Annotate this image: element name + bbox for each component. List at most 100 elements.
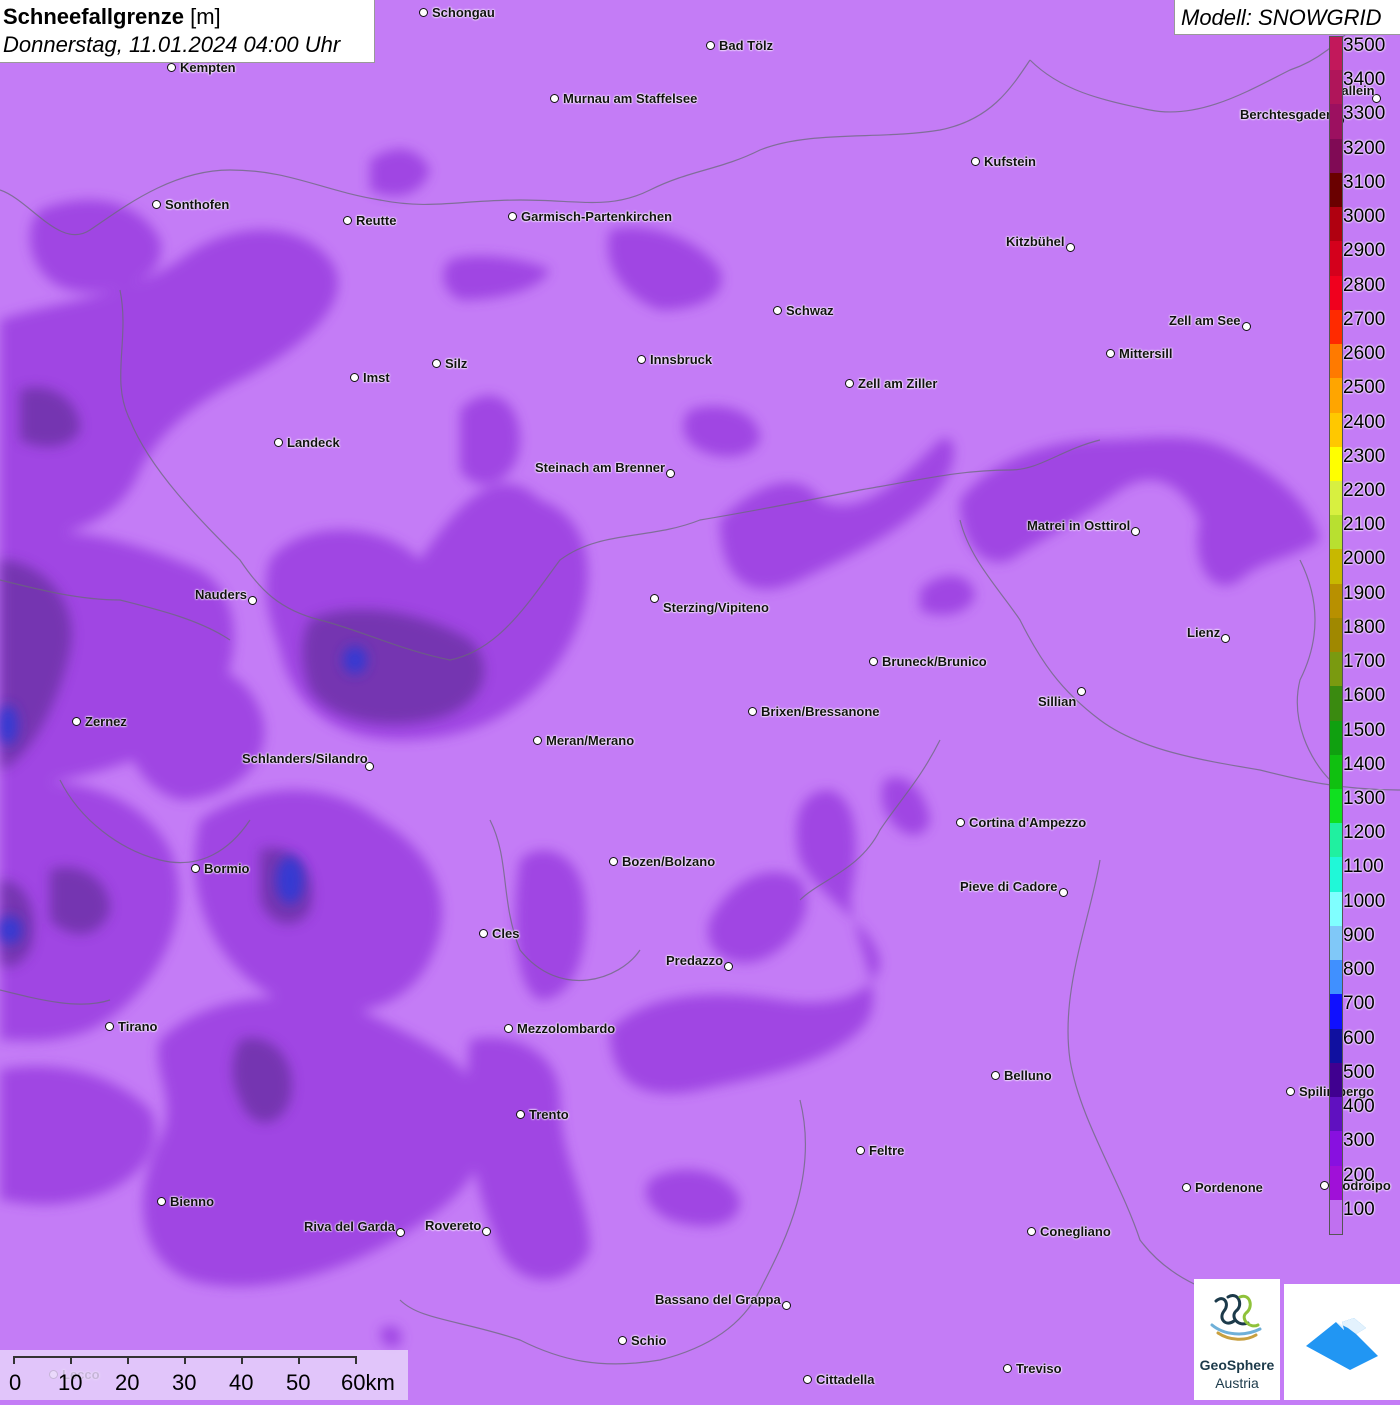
city-marker-icon[interactable]: [1182, 1183, 1191, 1192]
city-marker-icon[interactable]: [396, 1228, 405, 1237]
city-marker-icon[interactable]: [157, 1197, 166, 1206]
city-marker-icon[interactable]: [1286, 1087, 1295, 1096]
city-marker-icon[interactable]: [666, 469, 675, 478]
city-marker-icon[interactable]: [618, 1336, 627, 1345]
city-marker-icon[interactable]: [432, 359, 441, 368]
city-label: Murnau am Staffelsee: [563, 91, 698, 106]
city-label: Nauders: [195, 587, 248, 602]
city-label: Bruneck/Brunico: [882, 654, 987, 669]
city-marker-icon[interactable]: [1242, 322, 1251, 331]
app-logo[interactable]: [1284, 1284, 1400, 1400]
city-label: Brixen/Bressanone: [761, 704, 880, 719]
city-marker-icon[interactable]: [482, 1227, 491, 1236]
city-marker-icon[interactable]: [1077, 687, 1086, 696]
city-marker-icon[interactable]: [248, 596, 257, 605]
city-marker-icon[interactable]: [650, 594, 659, 603]
legend-label: 500: [1343, 1061, 1375, 1083]
city-marker-icon[interactable]: [152, 200, 161, 209]
city-marker-icon[interactable]: [516, 1110, 525, 1119]
city-marker-icon[interactable]: [1106, 349, 1115, 358]
city-marker-icon[interactable]: [105, 1022, 114, 1031]
city-marker-icon[interactable]: [350, 373, 359, 382]
city-marker-icon[interactable]: [1003, 1364, 1012, 1373]
city-marker-icon[interactable]: [609, 857, 618, 866]
city-marker-icon[interactable]: [343, 216, 352, 225]
legend-label: 900: [1343, 924, 1375, 946]
city-marker-icon[interactable]: [508, 212, 517, 221]
city-marker-icon[interactable]: [856, 1146, 865, 1155]
city-marker-icon[interactable]: [845, 379, 854, 388]
city-label: Zernez: [85, 714, 127, 729]
city-marker-icon[interactable]: [724, 962, 733, 971]
legend-label: 1700: [1343, 651, 1386, 673]
city-marker-icon[interactable]: [1059, 888, 1068, 897]
legend-label: 3000: [1343, 206, 1386, 228]
city-label: Riva del Garda: [304, 1219, 396, 1234]
legend-label: 800: [1343, 959, 1375, 981]
city-label: Schio: [631, 1333, 667, 1348]
city-marker-icon[interactable]: [956, 818, 965, 827]
geosphere-logo[interactable]: GeoSphere Austria: [1194, 1279, 1280, 1400]
scale-tick: [13, 1356, 15, 1364]
geosphere-subtitle: Austria: [1215, 1375, 1259, 1391]
model-label: Modell: SNOWGRID: [1181, 5, 1382, 30]
legend-label: 2500: [1343, 377, 1386, 399]
scale-tick-label: 10: [58, 1370, 83, 1395]
city-label: Bormio: [204, 861, 250, 876]
city-label: Zell am See: [1169, 313, 1241, 328]
city-marker-icon[interactable]: [748, 707, 757, 716]
city-label: Bassano del Grappa: [655, 1292, 781, 1307]
city-marker-icon[interactable]: [167, 63, 176, 72]
scale-tick: [184, 1356, 186, 1364]
snow-mountain-icon: [1306, 1318, 1378, 1370]
model-panel: Modell: SNOWGRID: [1174, 0, 1400, 35]
city-label: Meran/Merano: [546, 733, 635, 748]
map-title: Schneefallgrenze [m]: [3, 4, 221, 30]
legend-label: 2900: [1343, 240, 1386, 262]
city-marker-icon[interactable]: [773, 306, 782, 315]
city-marker-icon[interactable]: [274, 438, 283, 447]
city-marker-icon[interactable]: [1221, 634, 1230, 643]
city-marker-icon[interactable]: [479, 929, 488, 938]
city-marker-icon[interactable]: [1066, 243, 1075, 252]
legend-label: 2800: [1343, 274, 1386, 296]
legend-label: 3200: [1343, 137, 1386, 159]
city-label: Lienz: [1187, 625, 1221, 640]
city-marker-icon[interactable]: [191, 864, 200, 873]
city-marker-icon[interactable]: [991, 1071, 1000, 1080]
map-title-text: Schneefallgrenze: [3, 4, 184, 29]
city-marker-icon[interactable]: [533, 736, 542, 745]
city-label: Schlanders/Silandro: [242, 751, 368, 766]
geosphere-emblem-icon: [1210, 1294, 1262, 1341]
city-marker-icon[interactable]: [1027, 1227, 1036, 1236]
scale-tick-label: 30: [172, 1370, 197, 1395]
legend-label: 2700: [1343, 308, 1386, 330]
city-marker-icon[interactable]: [782, 1301, 791, 1310]
legend-label: 300: [1343, 1130, 1375, 1152]
scale-tick: [298, 1356, 300, 1364]
legend-border: [1329, 36, 1343, 1235]
geosphere-name: GeoSphere: [1199, 1357, 1275, 1373]
city-marker-icon[interactable]: [803, 1375, 812, 1384]
legend-label: 1900: [1343, 582, 1386, 604]
legend-label: 1800: [1343, 616, 1386, 638]
city-marker-icon[interactable]: [637, 355, 646, 364]
legend-label: 200: [1343, 1164, 1375, 1186]
city-marker-icon[interactable]: [504, 1024, 513, 1033]
city-label: Mittersill: [1119, 346, 1173, 361]
city-marker-icon[interactable]: [1131, 527, 1140, 536]
city-marker-icon[interactable]: [1320, 1181, 1329, 1190]
legend-label: 600: [1343, 1027, 1375, 1049]
city-marker-icon[interactable]: [706, 41, 715, 50]
city-label: Cortina d'Ampezzo: [969, 815, 1087, 830]
city-marker-icon[interactable]: [419, 8, 428, 17]
city-label: Sillian: [1038, 694, 1077, 709]
city-marker-icon[interactable]: [550, 94, 559, 103]
scale-tick-label: 50: [286, 1370, 311, 1395]
city-marker-icon[interactable]: [971, 157, 980, 166]
city-marker-icon[interactable]: [72, 717, 81, 726]
city-label: Pieve di Cadore: [960, 879, 1058, 894]
city-label: Belluno: [1004, 1068, 1052, 1083]
legend-label: 1500: [1343, 719, 1386, 741]
city-marker-icon[interactable]: [869, 657, 878, 666]
